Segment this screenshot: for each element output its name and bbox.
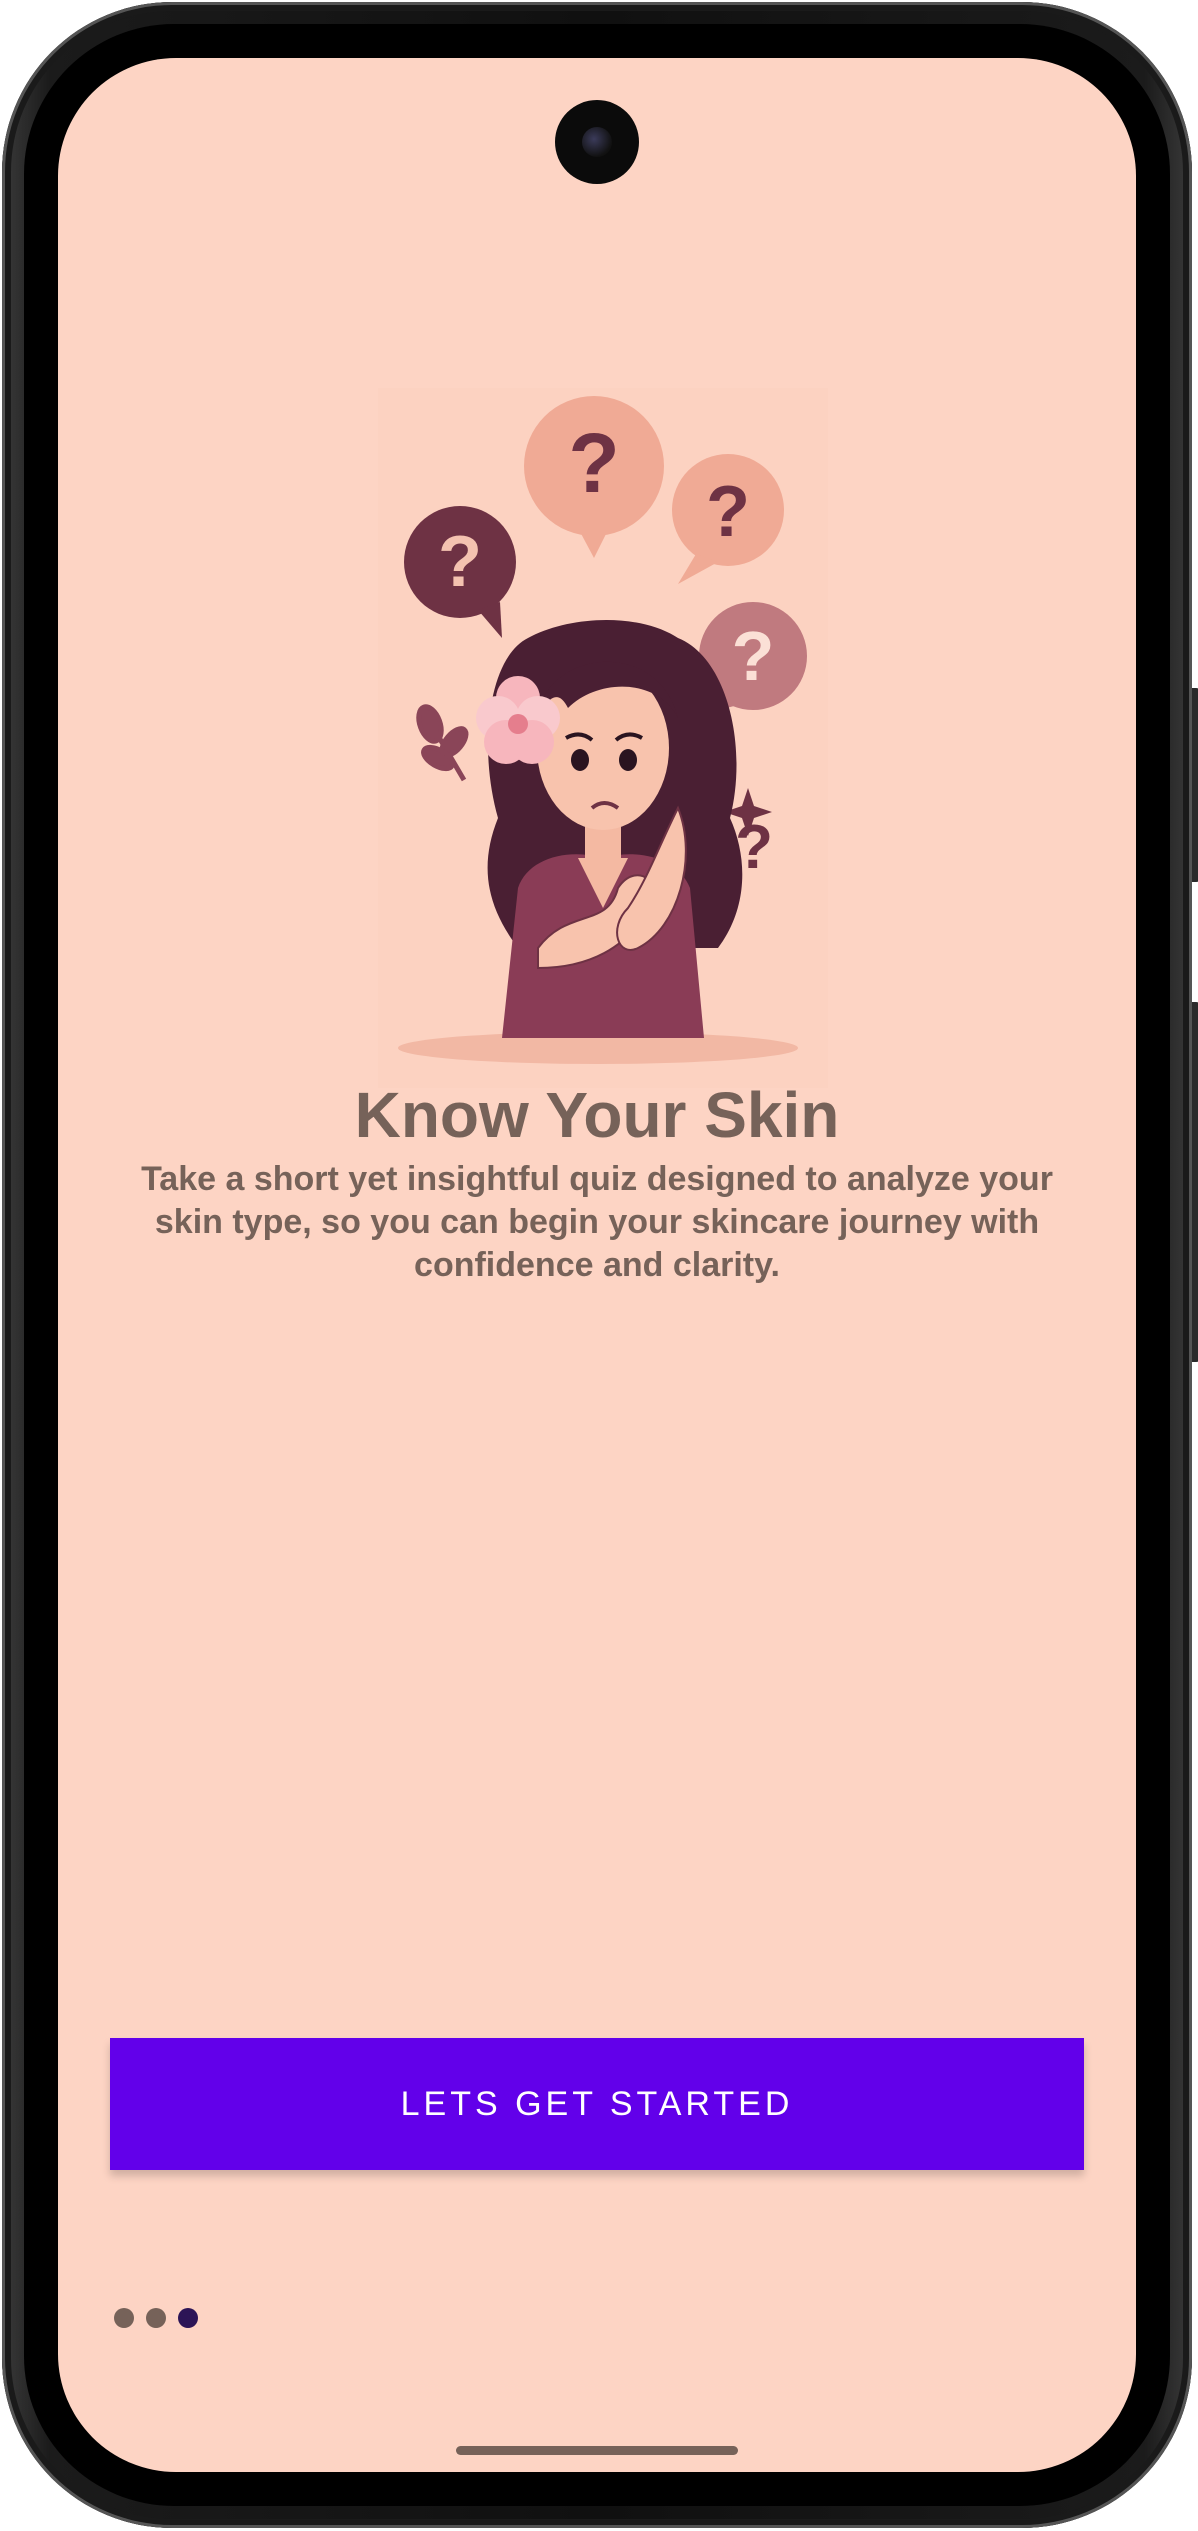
page-dot[interactable]	[114, 2308, 134, 2328]
page-description: Take a short yet insightful quiz designe…	[141, 1160, 1053, 1284]
svg-text:?: ?	[438, 522, 482, 602]
svg-text:?: ?	[568, 416, 619, 510]
page-title: Know Your Skin	[354, 1079, 840, 1151]
page-indicator	[114, 2308, 198, 2328]
page-dot-active[interactable]	[178, 2308, 198, 2328]
home-indicator[interactable]	[456, 2446, 738, 2455]
app-screen: ? ? ? ? ? Know Your Skin Take a short ye…	[58, 58, 1136, 2472]
power-button	[1192, 688, 1198, 882]
page-dot[interactable]	[146, 2308, 166, 2328]
svg-text:?: ?	[732, 617, 775, 695]
woman-thinking-illustration: ? ? ? ? ?	[378, 388, 828, 1088]
front-camera	[555, 100, 639, 184]
svg-text:?: ?	[706, 472, 750, 552]
get-started-button[interactable]: LETS GET STARTED	[110, 2038, 1084, 2170]
phone-frame: ? ? ? ? ? Know Your Skin Take a short ye…	[2, 2, 1198, 2528]
volume-button	[1192, 1002, 1198, 1362]
